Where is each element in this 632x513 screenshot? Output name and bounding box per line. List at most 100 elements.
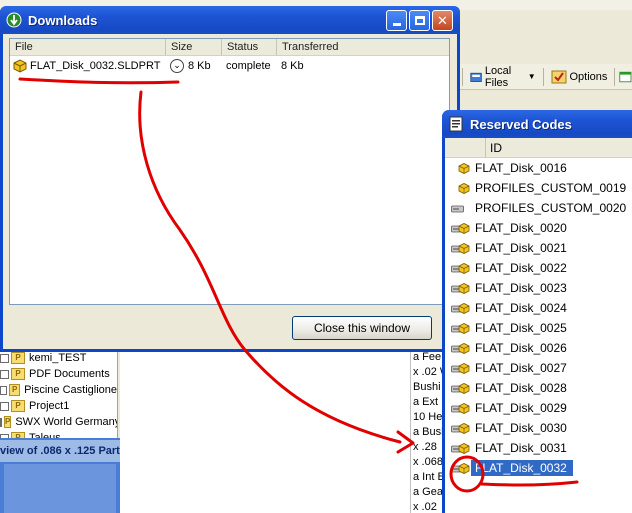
download-file-name: FLAT_Disk_0032.SLDPRT	[30, 59, 161, 72]
tree-checkbox[interactable]	[0, 353, 9, 363]
drive-part-icon	[451, 403, 470, 414]
reserved-code-id: FLAT_Disk_0029	[475, 401, 567, 415]
column-header-id[interactable]: ID	[490, 138, 502, 158]
drive-part-icon	[451, 243, 470, 254]
reserved-code-row[interactable]: FLAT_Disk_0025	[445, 318, 632, 338]
maximize-icon	[414, 16, 425, 25]
tree-item[interactable]: P Project1	[0, 398, 117, 414]
maximize-button[interactable]	[409, 10, 430, 31]
row-icon-slot	[451, 200, 471, 216]
reserved-title-bar[interactable]: Reserved Codes	[442, 110, 632, 138]
row-icon-slot	[451, 280, 471, 296]
reserved-code-row[interactable]: FLAT_Disk_0030	[445, 418, 632, 438]
background-toolbar: Local Files ▼ Options	[456, 64, 632, 90]
download-row[interactable]: FLAT_Disk_0032.SLDPRT ⌄ 8 Kb complete 8 …	[10, 56, 449, 75]
close-icon: ✕	[437, 12, 448, 28]
row-icon-slot	[451, 240, 471, 256]
tree-checkbox[interactable]	[0, 385, 8, 395]
tree-checkbox[interactable]	[0, 401, 9, 411]
downloads-app-icon	[6, 12, 22, 28]
reserved-code-row[interactable]: FLAT_Disk_0028	[445, 378, 632, 398]
reserved-code-row[interactable]: FLAT_Disk_0021	[445, 238, 632, 258]
reserved-code-id: FLAT_Disk_0024	[475, 301, 567, 315]
row-icon-slot	[451, 180, 471, 196]
downloads-title: Downloads	[28, 12, 98, 28]
tree-item[interactable]: P Piscine Castiglione	[0, 382, 117, 398]
reserved-app-icon	[449, 116, 463, 132]
downloads-list: File Size Status Transferred FLAT_Disk_0…	[9, 38, 450, 305]
reserved-codes-list: ID FLAT_Disk_0016 PROFILES_CUSTOM_0019 PRO…	[445, 138, 632, 513]
folder-p-icon: P	[9, 384, 21, 396]
local-files-icon	[470, 72, 482, 82]
row-icon-slot	[451, 320, 471, 336]
download-status: complete	[226, 59, 271, 72]
tree-item-label: kemi_TEST	[29, 352, 87, 364]
folder-tree: Pkemi_TEST P PDF Documents P Piscine Castigl…	[0, 350, 118, 438]
reserved-code-row-selected[interactable]: FLAT_Disk_0032	[445, 458, 632, 478]
reserved-code-row[interactable]: PROFILES_CUSTOM_0019	[445, 178, 632, 198]
preview-panel: view of .086 x .125 Part	[0, 438, 120, 513]
column-header-status[interactable]: Status	[222, 39, 277, 55]
drive-part-icon	[451, 223, 470, 234]
toolbar-separator	[542, 67, 544, 86]
folder-p-icon: P	[11, 400, 25, 412]
row-icon-slot	[451, 400, 471, 416]
row-icon-slot	[451, 380, 471, 396]
header-divider	[485, 138, 486, 158]
reserved-code-id: FLAT_Disk_0021	[475, 241, 567, 255]
tree-item-label: Project1	[29, 400, 70, 412]
window-icon[interactable]	[619, 69, 632, 85]
drive-part-icon	[451, 323, 470, 334]
downloads-list-header: File Size Status Transferred	[10, 39, 449, 56]
tree-item[interactable]: Pkemi_TEST	[0, 350, 117, 366]
tree-item[interactable]: P SWX World Germany	[0, 414, 117, 430]
reserved-code-row[interactable]: FLAT_Disk_0022	[445, 258, 632, 278]
options-button[interactable]: Options	[548, 67, 611, 87]
reserved-code-row[interactable]: FLAT_Disk_0016	[445, 158, 632, 178]
column-header-file[interactable]: File	[10, 39, 166, 55]
reserved-code-row[interactable]: FLAT_Disk_0027	[445, 358, 632, 378]
close-this-window-button[interactable]: Close this window	[292, 316, 432, 340]
download-size: 8 Kb	[188, 59, 211, 72]
reserved-code-id: FLAT_Disk_0025	[475, 321, 567, 335]
reserved-code-row[interactable]: FLAT_Disk_0023	[445, 278, 632, 298]
column-header-transferred[interactable]: Transferred	[277, 39, 447, 55]
reserved-code-row[interactable]: FLAT_Disk_0029	[445, 398, 632, 418]
row-icon-slot	[451, 220, 471, 236]
reserved-code-id: FLAT_Disk_0023	[475, 281, 567, 295]
local-files-button[interactable]: Local Files ▼	[467, 65, 539, 89]
reserved-code-id: FLAT_Disk_0022	[475, 261, 567, 275]
drive-part-icon	[451, 263, 470, 274]
drive-part-icon	[451, 283, 470, 294]
download-transferred: 8 Kb	[281, 59, 304, 72]
reserved-code-row[interactable]: FLAT_Disk_0031	[445, 438, 632, 458]
tree-item[interactable]: P Taleus	[0, 430, 117, 438]
reserved-code-row[interactable]: PROFILES_CUSTOM_0020	[445, 198, 632, 218]
minimize-button[interactable]	[386, 10, 407, 31]
download-status-chevron-icon: ⌄	[170, 58, 184, 73]
drive-part-icon	[451, 423, 470, 434]
reserved-code-row[interactable]: FLAT_Disk_0020	[445, 218, 632, 238]
tree-checkbox[interactable]	[0, 369, 9, 379]
tree-item[interactable]: P PDF Documents	[0, 366, 117, 382]
reserved-code-id: FLAT_Disk_0032	[471, 460, 573, 476]
column-header-size[interactable]: Size	[166, 39, 222, 55]
close-button[interactable]: ✕	[432, 10, 453, 31]
reserved-code-id: FLAT_Disk_0016	[475, 161, 567, 175]
downloads-title-bar[interactable]: Downloads ✕	[0, 6, 460, 34]
reserved-codes-window: Reserved Codes ID FLAT_Disk_0016 PROFILES…	[442, 110, 632, 513]
description-text: x .02	[413, 501, 437, 513]
row-icon-slot	[451, 160, 471, 176]
tree-item-label: PDF Documents	[29, 368, 110, 380]
reserved-code-row[interactable]: FLAT_Disk_0026	[445, 338, 632, 358]
minimize-icon	[392, 23, 401, 26]
part-icon	[458, 183, 470, 194]
tree-checkbox[interactable]	[0, 417, 2, 427]
drive-part-icon	[451, 383, 470, 394]
options-checklist-icon	[551, 70, 566, 83]
toolbar-separator	[462, 67, 463, 86]
reserved-title: Reserved Codes	[470, 116, 572, 132]
reserved-code-row[interactable]: FLAT_Disk_0024	[445, 298, 632, 318]
downloads-client: File Size Status Transferred FLAT_Disk_0…	[3, 34, 457, 349]
downloads-window: Downloads ✕ File Size Status Transferred	[0, 6, 460, 352]
